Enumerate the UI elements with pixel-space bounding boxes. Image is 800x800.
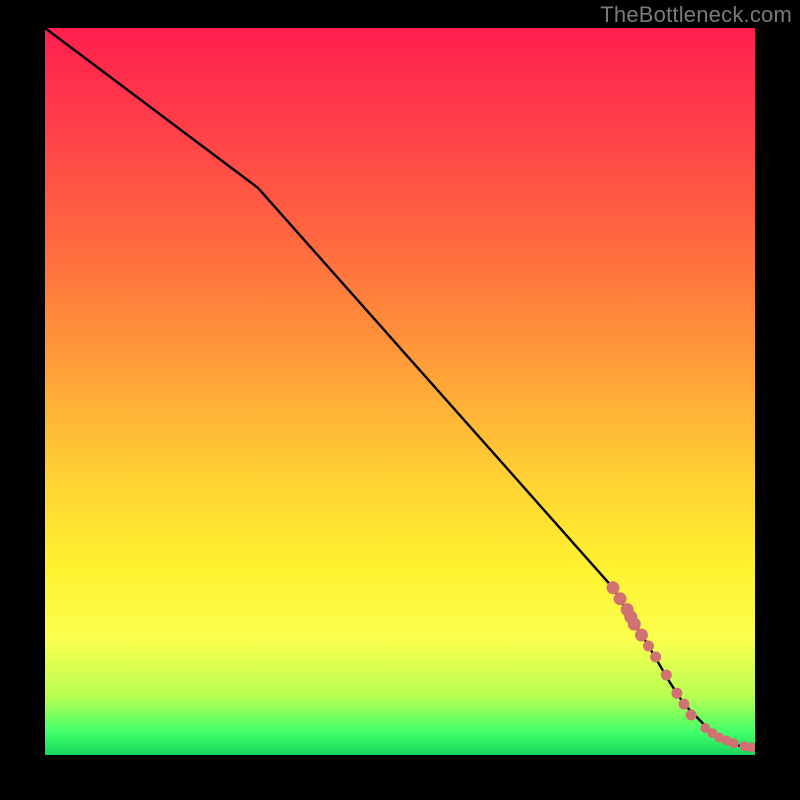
scatter-point [679,699,690,710]
scatter-point [671,688,682,699]
scatter-point [643,641,654,652]
scatter-tail [607,581,756,752]
plot-area [45,28,755,755]
chart-frame: TheBottleneck.com [0,0,800,800]
scatter-point [729,738,739,748]
scatter-point [614,592,627,605]
plot-overlay [45,28,755,755]
scatter-point [650,651,661,662]
curve-line [45,28,755,748]
scatter-point [635,629,648,642]
scatter-point [607,581,620,594]
scatter-point [628,618,641,631]
watermark-text: TheBottleneck.com [600,2,792,28]
scatter-point [661,670,672,681]
scatter-point [686,710,697,721]
